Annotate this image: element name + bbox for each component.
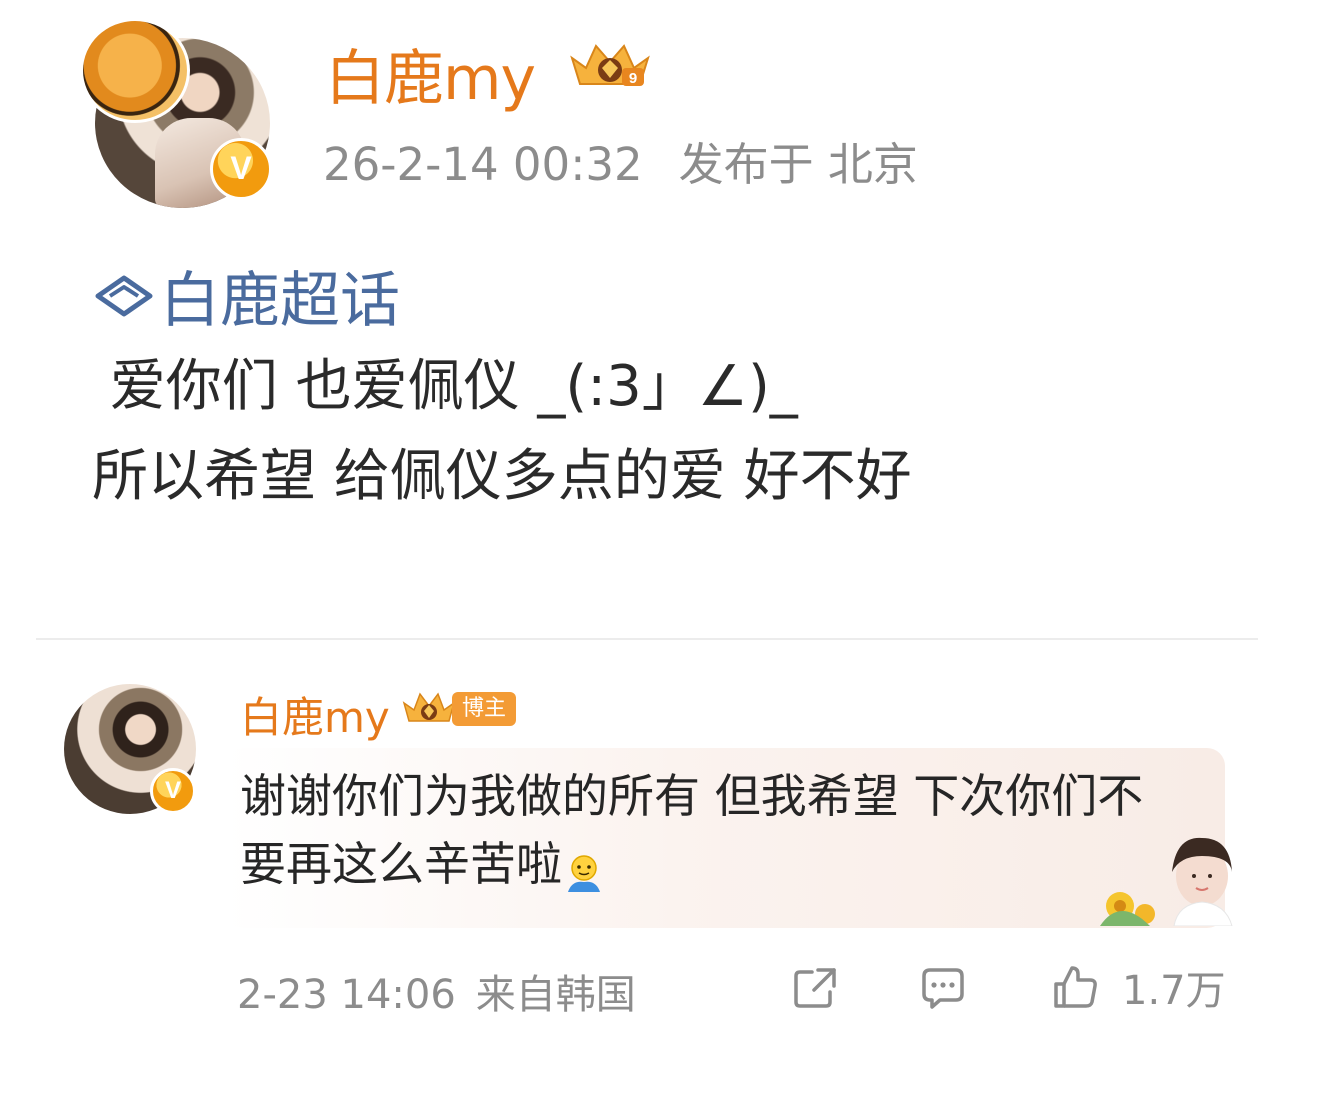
thumbs-up-icon (1054, 966, 1097, 1008)
post-meta: 26-2-14 00:32 发布于 北京 (323, 128, 918, 193)
svg-text:9: 9 (629, 70, 637, 87)
comment-icon (922, 968, 964, 1009)
post-line: 所以希望 给佩仪多点的爱 好不好 (92, 444, 912, 509)
bubble-decoration-icon (1100, 837, 1233, 926)
host-badge: 博主 (400, 689, 517, 729)
crown-level-9-icon (402, 692, 456, 722)
diamond-super-topic-icon (95, 275, 153, 316)
comment-meta: 2-23 14:06 来自韩国 (237, 962, 636, 1020)
comment-source: 来自韩国 (475, 972, 636, 1018)
comment-text: 谢谢你们为我做的所有 但我希望 下次你们不要再这么辛苦啦 (240, 762, 1180, 898)
tiger-decoration-icon (80, 18, 190, 123)
like-button[interactable]: 1.7万 (1050, 962, 1226, 1014)
weibo-post-page: V 白鹿my 9 26-2-14 00:32 发布于 北京 白鹿超话 爱你们 也爱… (0, 0, 1320, 1116)
verified-v-icon: V (150, 768, 196, 814)
topic-label: 白鹿超话 (160, 266, 400, 336)
comment-button[interactable] (918, 962, 968, 1012)
like-count: 1.7万 (1122, 968, 1226, 1014)
post-line: 爱你们 也爱佩仪 _(:3」∠)_ (92, 354, 798, 419)
host-badge-label: 博主 (452, 692, 517, 726)
comment-time: 2-23 14:06 (237, 972, 456, 1018)
crown-level-9-icon[interactable]: 9 (566, 38, 654, 94)
comment-text-content: 谢谢你们为我做的所有 但我希望 下次你们不要再这么辛苦啦 (240, 769, 1144, 891)
share-icon (794, 968, 836, 1008)
comment-author-name[interactable]: 白鹿my (240, 684, 390, 745)
divider (36, 638, 1258, 640)
repost-button[interactable] (790, 962, 840, 1012)
verified-v-icon: V (210, 138, 272, 200)
post-body: 爱你们 也爱佩仪 _(:3」∠)_ 所以希望 给佩仪多点的爱 好不好 (92, 342, 912, 522)
post-author-name[interactable]: 白鹿my (325, 30, 536, 117)
post-location: 发布于 北京 (678, 138, 918, 191)
post-time: 26-2-14 00:32 (323, 138, 643, 191)
shy-emoji-icon (562, 846, 606, 892)
super-topic-link[interactable]: 白鹿超话 (92, 252, 400, 339)
